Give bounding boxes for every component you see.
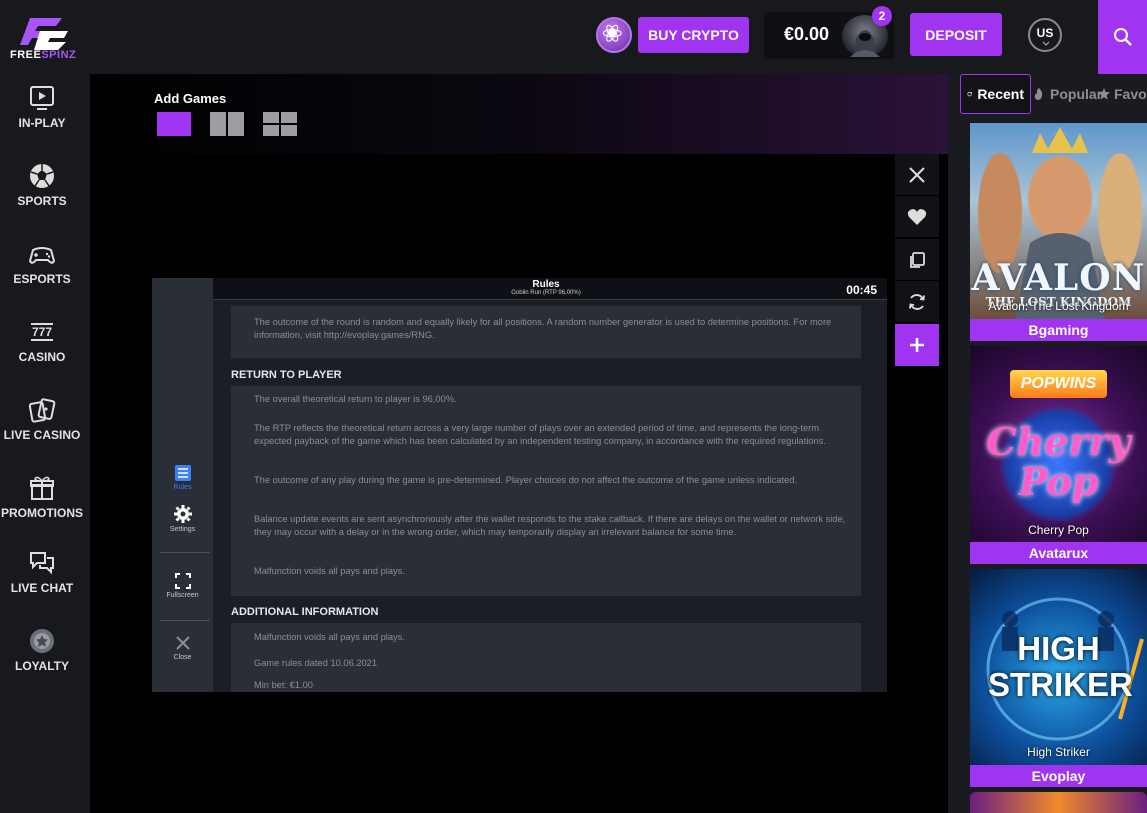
flame-icon — [1034, 88, 1043, 100]
refresh-icon — [909, 293, 925, 310]
svg-text:777: 777 — [32, 325, 52, 339]
cards-icon — [28, 398, 56, 423]
favorite-button[interactable] — [895, 196, 939, 237]
rules-timer: 00:45 — [846, 283, 877, 297]
list-icon — [174, 465, 191, 481]
soccer-ball-icon — [30, 164, 54, 188]
heart-icon — [907, 208, 927, 225]
history-icon — [967, 91, 973, 97]
tab-recent[interactable]: Recent — [960, 74, 1031, 114]
game-thumbnail: HIGH STRIKER High Striker — [970, 569, 1147, 765]
search-icon — [1113, 28, 1132, 46]
tab-popular[interactable]: Popular — [1033, 74, 1103, 114]
sidebar: IN-PLAY SPORTS ESPORTS 777 CASINO LIVE C… — [0, 74, 90, 813]
sidebar-item-esports[interactable]: ESPORTS — [0, 240, 84, 286]
crypto-coin-icon[interactable] — [596, 17, 632, 53]
language-selector[interactable]: US — [1028, 18, 1062, 52]
rules-title: Rules — [532, 279, 560, 290]
notification-badge[interactable]: 2 — [872, 6, 892, 26]
section-rtp-heading: RETURN TO PLAYER — [231, 369, 342, 381]
sidebar-item-live-casino[interactable]: LIVE CASINO — [0, 396, 84, 442]
game-provider: Bgaming — [970, 319, 1147, 341]
close-tool-button[interactable]: Close — [152, 634, 213, 661]
rtp-box: The overall theoretical return to player… — [231, 386, 861, 596]
sidebar-item-in-play[interactable]: IN-PLAY — [0, 84, 84, 130]
search-button[interactable] — [1098, 0, 1147, 74]
rules-toolbar: Rules Settings Fullscreen Close — [152, 278, 213, 692]
slot-777-icon: 777 — [31, 323, 53, 341]
rules-subtitle: Goblin Run (RTP 96,00%) — [511, 290, 581, 296]
toolbar-divider — [160, 620, 210, 621]
add-game-button[interactable] — [895, 324, 939, 366]
top-bar: FREESPINZ BUY CRYPTO €0.00 2 DEPOSIT US — [0, 0, 1147, 74]
rules-panel: Rules Settings Fullscreen Close Rules Go… — [152, 278, 887, 692]
games-tabs: Recent Popular Favo — [948, 74, 1147, 114]
section-additional-heading: ADDITIONAL INFORMATION — [231, 606, 379, 618]
add-games-label: Add Games — [154, 91, 227, 106]
balance-amount: €0.00 — [784, 24, 830, 44]
rules-header: Rules Goblin Run (RTP 96,00%) 00:45 — [213, 278, 887, 300]
copy-icon — [910, 251, 925, 268]
gamepad-icon — [28, 247, 56, 264]
deposit-button[interactable]: DEPOSIT — [910, 13, 1002, 56]
additional-box: Malfunction voids all pays and plays. Ga… — [231, 623, 861, 692]
sidebar-item-sports[interactable]: SPORTS — [0, 162, 84, 208]
rules-intro-box: The outcome of the round is random and e… — [231, 306, 861, 358]
buy-crypto-button[interactable]: BUY CRYPTO — [638, 17, 749, 53]
fullscreen-icon — [174, 573, 191, 589]
brand-name: FREESPINZ — [10, 49, 77, 61]
toolbar-divider — [160, 552, 210, 553]
game-provider: Evoplay — [970, 765, 1147, 787]
fullscreen-tool-button[interactable]: Fullscreen — [152, 572, 213, 599]
chevron-down-icon — [1042, 41, 1050, 46]
layout-quad-button[interactable] — [263, 112, 297, 136]
tab-favorites[interactable]: Favo — [1098, 74, 1147, 114]
layout-double-button[interactable] — [210, 112, 244, 136]
settings-tool-button[interactable]: Settings — [152, 504, 213, 533]
recent-games-panel: Recent Popular Favo AVALON THE LOST KING… — [948, 74, 1147, 813]
sidebar-item-casino[interactable]: 777 CASINO — [0, 318, 84, 364]
close-icon — [909, 166, 925, 183]
duplicate-button[interactable] — [895, 239, 939, 280]
sidebar-item-loyalty[interactable]: LOYALTY — [0, 627, 84, 673]
close-game-button[interactable] — [895, 154, 939, 195]
game-thumbnail: AVALON THE LOST KINGDOM Avalon: The Lost… — [970, 123, 1147, 319]
layout-single-button[interactable] — [157, 112, 191, 136]
game-card[interactable] — [970, 792, 1147, 813]
sidebar-item-promotions[interactable]: PROMOTIONS — [0, 474, 84, 520]
rules-tool-button[interactable]: Rules — [152, 464, 213, 491]
plus-icon — [910, 338, 924, 352]
close-icon — [175, 636, 190, 650]
game-thumbnail: POPWINS Cherry Pop Cherry Pop — [970, 346, 1147, 542]
chat-icon — [30, 552, 54, 575]
game-provider: Avatarux — [970, 542, 1147, 564]
sidebar-item-live-chat[interactable]: LIVE CHAT — [0, 549, 84, 595]
loyalty-badge-icon — [30, 629, 54, 653]
star-icon — [1098, 88, 1110, 100]
game-area: Add Games Rules Settings Fullscreen Clos… — [90, 74, 948, 813]
reload-button[interactable] — [895, 281, 939, 322]
gear-icon — [173, 505, 192, 523]
play-screen-icon — [30, 86, 54, 110]
gift-icon — [30, 476, 54, 500]
